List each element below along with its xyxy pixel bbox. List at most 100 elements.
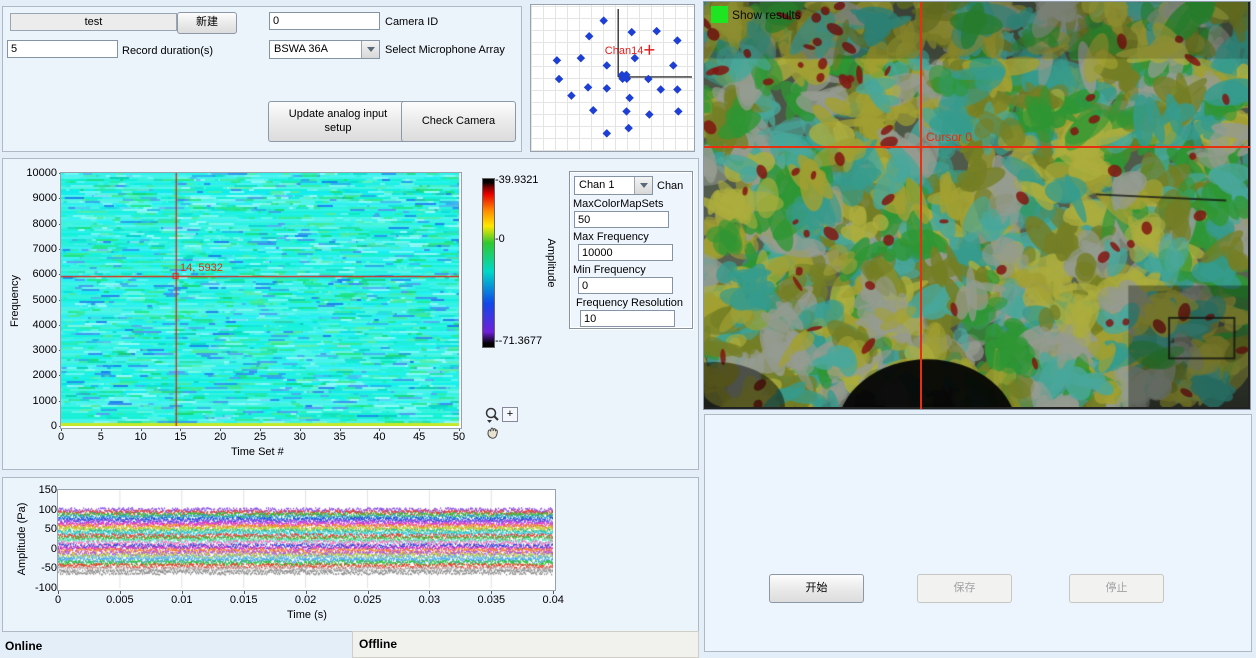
mic-marker — [622, 107, 630, 115]
mic-array-dropdown-value: BSWA 36A — [274, 43, 328, 55]
mic-marker — [644, 75, 652, 83]
waveform-xtick: 0.035 — [473, 594, 509, 606]
mic-marker — [567, 91, 575, 99]
spectrogram-xtick: 40 — [361, 431, 397, 443]
spectrogram-ytick: 6000 — [15, 268, 57, 280]
offline-status-label: Offline — [359, 637, 397, 651]
acquisition-settings-panel: test 新建 Camera ID Record duration(s) BSW… — [2, 6, 522, 152]
show-results-label: Show results — [732, 8, 801, 22]
mic-marker — [625, 94, 633, 102]
spectrogram-ytick: 7000 — [15, 243, 57, 255]
spectrogram-ytick: 9000 — [15, 192, 57, 204]
waveform-xtick: 0.025 — [350, 594, 386, 606]
max-colormap-input[interactable] — [574, 211, 669, 228]
waveform-xtick: 0.03 — [411, 594, 447, 606]
mic-marker — [599, 16, 607, 24]
mic-marker — [585, 32, 593, 40]
dropdown-arrow-icon[interactable] — [634, 177, 652, 194]
colorbar-max-label: -39.9321 — [495, 174, 538, 186]
online-status-label: Online — [5, 639, 42, 653]
waveform-xlabel: Time (s) — [287, 609, 327, 621]
waveform-xtick: 0 — [40, 594, 76, 606]
spectrogram-xtick: 15 — [162, 431, 198, 443]
frequency-resolution-input[interactable] — [580, 310, 675, 327]
mic-marker — [584, 83, 592, 91]
dropdown-arrow-icon[interactable] — [361, 41, 379, 58]
mic-marker — [669, 61, 677, 69]
spectrogram-xtick: 25 — [242, 431, 278, 443]
spectrogram-ytick: 10000 — [15, 167, 57, 179]
mic-array-plot[interactable]: Chan14 — [531, 5, 694, 151]
waveform-xtick: 0.005 — [102, 594, 138, 606]
mic-array-dropdown[interactable]: BSWA 36A — [269, 40, 380, 59]
camera-id-label: Camera ID — [385, 16, 438, 28]
waveform-ytick: -100 — [15, 582, 57, 594]
mic-marker — [603, 129, 611, 137]
waveform-ytick: 150 — [15, 484, 57, 496]
record-duration-input[interactable] — [7, 40, 118, 58]
waveform-ytick: -50 — [15, 562, 57, 574]
colorbar — [482, 178, 495, 348]
mic-marker — [603, 84, 611, 92]
spectrogram-ytick: 3000 — [15, 344, 57, 356]
camera-cursor-vline[interactable] — [920, 2, 922, 409]
spectrogram-ytick: 5000 — [15, 294, 57, 306]
camera-view-panel: Cursor 0 Show results — [703, 1, 1251, 410]
new-session-button[interactable]: 新建 — [177, 12, 237, 34]
update-analog-input-button[interactable]: Update analog input setup — [268, 101, 408, 142]
camera-cursor-label: Cursor 0 — [926, 130, 972, 144]
mic-array-label: Select Microphone Array — [385, 44, 505, 56]
waveform-canvas — [58, 490, 553, 588]
spectrogram-xtick: 5 — [83, 431, 119, 443]
spectrogram-canvas[interactable] — [61, 173, 459, 426]
colorbar-min-label: --71.3677 — [495, 335, 542, 347]
spectrogram-ytick: 2000 — [15, 369, 57, 381]
waveform-ytick: 50 — [15, 523, 57, 535]
show-results-checkbox[interactable] — [711, 6, 728, 23]
waveform-ytick: 0 — [15, 543, 57, 555]
run-controls-panel: 开始 保存 停止 — [704, 414, 1252, 652]
mic-marker — [674, 107, 682, 115]
zoom-tool-icon[interactable] — [484, 407, 500, 423]
max-frequency-label: Max Frequency — [573, 231, 649, 243]
mic-marker — [627, 28, 635, 36]
camera-cursor-hline[interactable] — [704, 146, 1250, 148]
mic-marker — [603, 61, 611, 69]
session-name-field[interactable]: test — [10, 13, 177, 31]
spectrogram-panel: Frequency 100009000800070006000500040003… — [2, 158, 699, 470]
spectrogram-ytick: 1000 — [15, 395, 57, 407]
check-camera-button[interactable]: Check Camera — [401, 101, 516, 142]
zoom-plus-box[interactable]: + — [502, 407, 518, 422]
mic-marker — [555, 75, 563, 83]
mic-array-panel: Chan14 — [530, 4, 695, 152]
spectrogram-xtick: 35 — [322, 431, 358, 443]
mic-marker — [589, 106, 597, 114]
mic-marker — [645, 110, 653, 118]
spectrogram-xtick: 20 — [202, 431, 238, 443]
record-duration-label: Record duration(s) — [122, 45, 213, 57]
max-colormap-label: MaxColorMapSets — [573, 198, 663, 210]
chan-dropdown[interactable]: Chan 1 — [574, 176, 653, 195]
mic-marker — [652, 27, 660, 35]
spectrogram-xlabel: Time Set # — [231, 446, 284, 458]
camera-id-input[interactable] — [269, 12, 380, 30]
waveform-xtick: 0.04 — [535, 594, 571, 606]
min-frequency-label: Min Frequency — [573, 264, 646, 276]
spectrogram-ytick: 4000 — [15, 319, 57, 331]
mic-marker — [673, 36, 681, 44]
waveform-xtick: 0.01 — [164, 594, 200, 606]
camera-image-canvas[interactable] — [704, 2, 1248, 407]
offline-status-box: Offline — [352, 631, 699, 658]
start-button[interactable]: 开始 — [769, 574, 864, 603]
mic-marker — [673, 85, 681, 93]
max-frequency-input[interactable] — [578, 244, 673, 261]
spectrogram-xtick: 10 — [123, 431, 159, 443]
spectrogram-cursor-label: 14, 5932 — [180, 262, 223, 274]
colorbar-zero-label: -0 — [495, 233, 505, 245]
save-button[interactable]: 保存 — [917, 574, 1012, 603]
spectrogram-xtick: 0 — [43, 431, 79, 443]
pan-hand-icon[interactable] — [484, 425, 500, 441]
chan-label: Chan — [657, 180, 683, 192]
stop-button[interactable]: 停止 — [1069, 574, 1164, 603]
min-frequency-input[interactable] — [578, 277, 673, 294]
